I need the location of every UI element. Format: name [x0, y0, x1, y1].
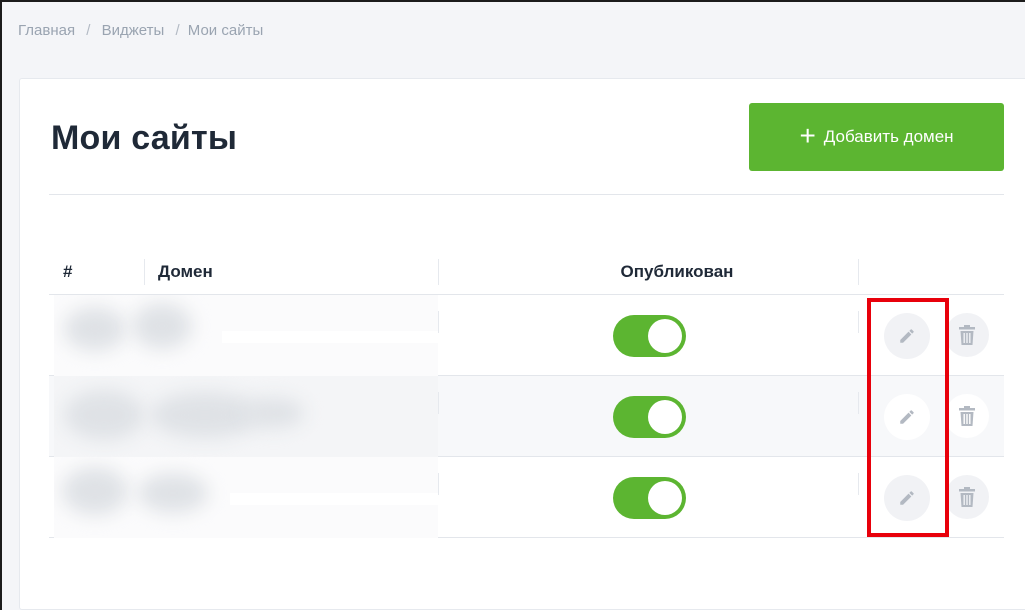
- breadcrumb: Главная / Виджеты / Мои сайты: [18, 22, 263, 39]
- column-header-published[interactable]: Опубликован: [467, 249, 887, 295]
- toggle-knob: [648, 400, 682, 434]
- plus-icon: +: [799, 120, 816, 151]
- add-domain-button[interactable]: + Добавить домен: [749, 103, 1004, 171]
- table-row: [49, 295, 1004, 376]
- toggle-knob: [648, 481, 682, 515]
- table-row: [49, 457, 1004, 538]
- table-row: [49, 376, 1004, 457]
- edit-button[interactable]: [884, 394, 930, 440]
- page-title: Мои сайты: [51, 119, 238, 157]
- column-divider: [858, 311, 859, 333]
- edit-button[interactable]: [884, 475, 930, 521]
- column-header-number: #: [63, 262, 73, 281]
- app-frame: Главная / Виджеты / Мои сайты Мои сайты …: [0, 0, 1025, 610]
- redacted-domain-cell: [54, 457, 438, 538]
- redacted-domain-cell: [54, 376, 438, 457]
- toggle-knob: [648, 319, 682, 353]
- published-toggle[interactable]: [613, 477, 686, 519]
- published-toggle[interactable]: [613, 315, 686, 357]
- sites-table-body: [49, 295, 1004, 538]
- breadcrumb-current: Мои сайты: [187, 22, 264, 39]
- column-divider: [144, 259, 145, 285]
- pencil-icon: [900, 329, 914, 343]
- edit-button[interactable]: [884, 313, 930, 359]
- table-header: # Домен Опубликован: [49, 249, 1004, 295]
- delete-button[interactable]: [945, 475, 989, 519]
- column-divider: [438, 311, 439, 333]
- column-divider: [438, 473, 439, 495]
- column-divider: [858, 392, 859, 414]
- delete-button[interactable]: [945, 313, 989, 357]
- breadcrumb-widgets[interactable]: Виджеты: [102, 22, 165, 39]
- sites-card: Мои сайты + Добавить домен # Домен Опубл…: [19, 78, 1025, 610]
- delete-button[interactable]: [945, 394, 989, 438]
- column-divider: [438, 392, 439, 414]
- published-toggle[interactable]: [613, 396, 686, 438]
- pencil-icon: [900, 410, 914, 424]
- pencil-icon: [900, 491, 914, 505]
- column-divider: [858, 473, 859, 495]
- column-header-domain[interactable]: Домен: [158, 249, 213, 295]
- title-divider: [49, 194, 1004, 195]
- add-domain-label: Добавить домен: [823, 127, 954, 146]
- trash-icon: [959, 325, 975, 345]
- breadcrumb-separator: /: [86, 22, 91, 39]
- trash-icon: [959, 406, 975, 426]
- column-divider: [438, 259, 439, 285]
- breadcrumb-separator: /: [175, 22, 180, 39]
- trash-icon: [959, 487, 975, 507]
- breadcrumb-home[interactable]: Главная: [18, 22, 75, 39]
- column-divider: [858, 259, 859, 285]
- redacted-domain-cell: [54, 295, 438, 376]
